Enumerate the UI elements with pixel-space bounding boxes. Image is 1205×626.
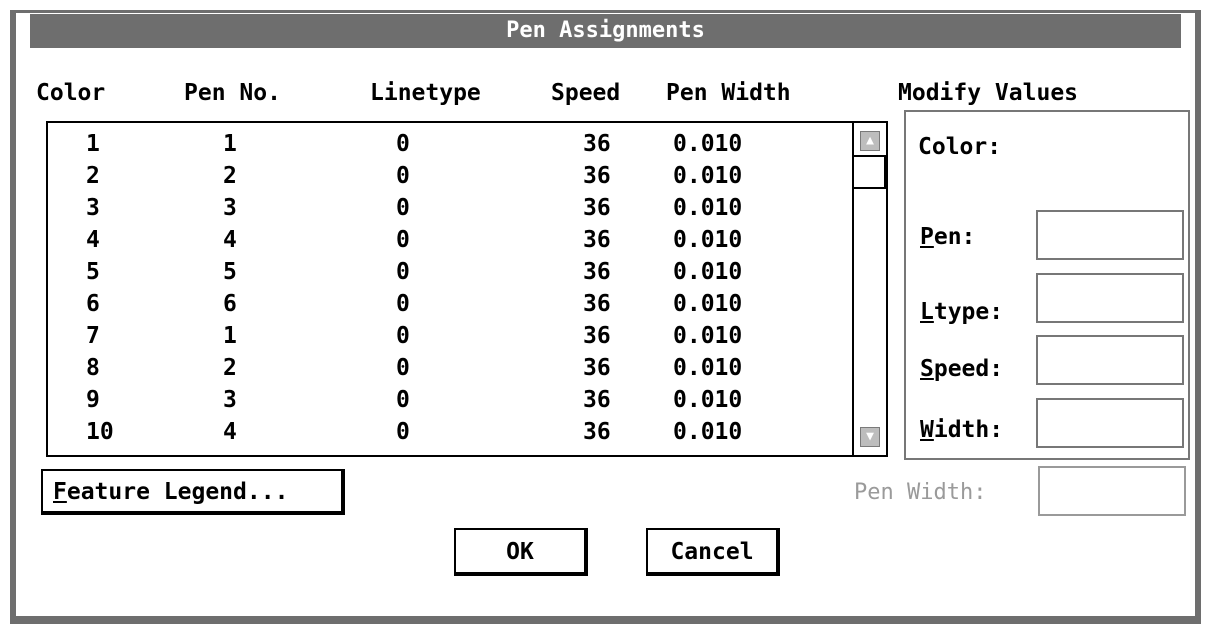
cell-speed: 36 [583, 355, 611, 381]
table-row[interactable]: 6 6 0 36 0.010 [48, 289, 838, 319]
cell-color: 10 [86, 419, 114, 445]
cell-pen-no: 3 [223, 195, 237, 221]
table-row[interactable]: 10 4 0 36 0.010 [48, 417, 838, 447]
pen-list[interactable]: 1 1 0 36 0.010 2 2 0 36 0.010 3 3 0 36 0.010 4 4 0 36 0.010… [46, 121, 888, 457]
width-field[interactable] [1036, 398, 1184, 448]
cell-linetype: 0 [396, 195, 410, 221]
pen-label: Pen: [920, 224, 976, 250]
cell-speed: 36 [583, 419, 611, 445]
cell-speed: 36 [583, 195, 611, 221]
pen-width-label: Pen Width: [854, 480, 987, 505]
table-row[interactable]: 9 3 0 36 0.010 [48, 385, 838, 415]
cell-pen-width: 0.010 [673, 227, 743, 253]
cell-pen-width: 0.010 [673, 131, 743, 157]
pen-assignments-dialog: Pen Assignments Color Pen No. Linetype S… [10, 10, 1201, 624]
cell-speed: 36 [583, 291, 611, 317]
cell-linetype: 0 [396, 419, 410, 445]
modify-values-title: Modify Values [898, 80, 1079, 106]
ltype-field[interactable] [1036, 273, 1184, 323]
cell-color: 9 [86, 387, 100, 413]
cell-pen-width: 0.010 [673, 163, 743, 189]
dialog-title: Pen Assignments [30, 14, 1181, 48]
table-row[interactable]: 5 5 0 36 0.010 [48, 257, 838, 287]
cell-pen-no: 1 [223, 131, 237, 157]
table-row[interactable]: 2 2 0 36 0.010 [48, 161, 838, 191]
cell-color: 2 [86, 163, 100, 189]
pen-width-field[interactable] [1038, 466, 1186, 516]
cell-color: 5 [86, 259, 100, 285]
column-header-speed: Speed [551, 80, 621, 106]
cell-linetype: 0 [396, 227, 410, 253]
cell-linetype: 0 [396, 355, 410, 381]
table-row[interactable]: 8 2 0 36 0.010 [48, 353, 838, 383]
width-label: Width: [920, 417, 1004, 443]
cell-color: 3 [86, 195, 100, 221]
cell-pen-width: 0.010 [673, 259, 743, 285]
arrow-down-icon[interactable]: ▼ [860, 427, 880, 447]
cell-linetype: 0 [396, 259, 410, 285]
cell-speed: 36 [583, 323, 611, 349]
cell-color: 7 [86, 323, 100, 349]
table-row[interactable]: 1 1 0 36 0.010 [48, 129, 838, 159]
cell-linetype: 0 [396, 323, 410, 349]
cell-linetype: 0 [396, 131, 410, 157]
pen-field[interactable] [1036, 210, 1184, 260]
cell-pen-no: 3 [223, 387, 237, 413]
cell-pen-width: 0.010 [673, 355, 743, 381]
cell-speed: 36 [583, 131, 611, 157]
color-label: Color: [918, 134, 1002, 160]
cell-pen-no: 4 [223, 227, 237, 253]
cell-pen-no: 1 [223, 323, 237, 349]
cell-pen-width: 0.010 [673, 195, 743, 221]
ltype-label: Ltype: [920, 299, 1004, 325]
cell-pen-width: 0.010 [673, 323, 743, 349]
arrow-up-icon[interactable]: ▲ [860, 131, 880, 151]
cell-color: 6 [86, 291, 100, 317]
cell-pen-no: 4 [223, 419, 237, 445]
cell-speed: 36 [583, 387, 611, 413]
table-row[interactable]: 3 3 0 36 0.010 [48, 193, 838, 223]
cell-linetype: 0 [396, 163, 410, 189]
cell-color: 1 [86, 131, 100, 157]
cell-pen-no: 2 [223, 355, 237, 381]
modify-values-group: Color: Pen: Ltype: Speed: Width: [904, 110, 1190, 460]
cell-speed: 36 [583, 259, 611, 285]
ok-button[interactable]: OK [454, 528, 588, 576]
column-header-color: Color [36, 80, 106, 106]
column-header-linetype: Linetype [370, 80, 481, 106]
table-row[interactable]: 4 4 0 36 0.010 [48, 225, 838, 255]
speed-field[interactable] [1036, 335, 1184, 385]
cell-linetype: 0 [396, 291, 410, 317]
list-scrollbar[interactable]: ▲ ▼ [852, 123, 886, 455]
cell-speed: 36 [583, 227, 611, 253]
cell-color: 8 [86, 355, 100, 381]
column-header-pen-width: Pen Width [666, 80, 791, 106]
cell-pen-width: 0.010 [673, 291, 743, 317]
speed-label: Speed: [920, 356, 1004, 382]
table-row[interactable]: 7 1 0 36 0.010 [48, 321, 838, 351]
cell-pen-width: 0.010 [673, 387, 743, 413]
cell-color: 4 [86, 227, 100, 253]
cell-linetype: 0 [396, 387, 410, 413]
scroll-thumb[interactable] [854, 155, 886, 189]
cell-pen-no: 6 [223, 291, 237, 317]
cancel-button[interactable]: Cancel [646, 528, 780, 576]
feature-legend-button[interactable]: Feature Legend... [41, 469, 345, 515]
cell-pen-no: 2 [223, 163, 237, 189]
cell-pen-width: 0.010 [673, 419, 743, 445]
cell-speed: 36 [583, 163, 611, 189]
cell-pen-no: 5 [223, 259, 237, 285]
column-header-pen-no: Pen No. [184, 80, 281, 106]
